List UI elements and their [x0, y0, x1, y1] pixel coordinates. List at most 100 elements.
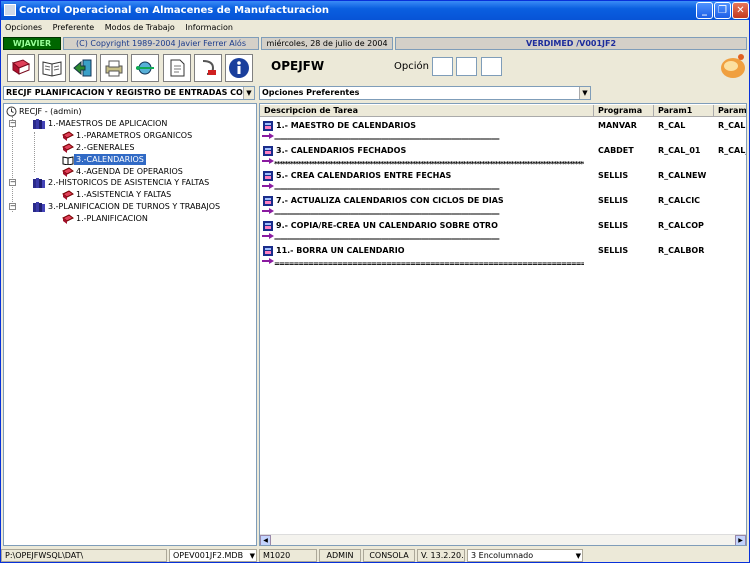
task-description: 9.- COPIA/RE-CREA UN CALENDARIO SOBRE OT…	[276, 221, 498, 230]
option-input-2[interactable]	[456, 57, 477, 76]
tools-button[interactable]	[194, 54, 222, 82]
toolbar	[3, 52, 747, 82]
books-icon	[33, 119, 45, 129]
close-button[interactable]: ✕	[732, 2, 749, 19]
print-button[interactable]	[100, 54, 128, 82]
task-separator: ========================================…	[274, 260, 584, 268]
column-header-param1[interactable]: Param1	[654, 105, 714, 117]
table-row[interactable]: 3.- CALENDARIOS FECHADOS CABDET R_CAL_01 R_…	[260, 143, 746, 168]
task-icon	[263, 146, 273, 156]
book-closed-icon	[62, 130, 74, 141]
table-row[interactable]: 1.- MAESTRO DE CALENDARIOS MANVAR R_CAL R_C…	[260, 118, 746, 143]
minimize-button[interactable]: _	[696, 2, 713, 19]
title-bar[interactable]: Control Operacional en Almacenes de Manu…	[1, 1, 749, 20]
menu-modos-de-trabajo[interactable]: Modos de Trabajo	[101, 20, 179, 35]
table-row[interactable]: 5.- CREA CALENDARIOS ENTRE FECHAS SELLIS R…	[260, 168, 746, 193]
status-user: ADMIN	[319, 549, 361, 562]
task-icon	[263, 246, 273, 256]
chevron-down-icon[interactable]: ▼	[243, 87, 254, 99]
main-window: Control Operacional en Almacenes de Manu…	[0, 0, 750, 563]
book-closed-button[interactable]	[7, 54, 35, 82]
menu-preferente[interactable]: Preferente	[49, 20, 99, 35]
book-closed-icon	[62, 142, 74, 153]
exit-door-button[interactable]	[69, 54, 97, 82]
scroll-left-icon[interactable]: ◀	[260, 535, 271, 545]
tree-leaf-generales[interactable]: 2.-GENERALES	[62, 142, 136, 153]
table-row[interactable]: 11.- BORRA UN CALENDARIO SELLIS R_CALBOR ==…	[260, 243, 746, 268]
collapse-toggle[interactable]: −	[9, 179, 16, 186]
database-select-value: OPEV001JF2.MDB	[173, 551, 244, 560]
task-param2: R_CAL_	[718, 146, 747, 155]
module-select-value: RECJF PLANIFICACION Y REGISTRO DE ENTRAD…	[6, 88, 250, 97]
tree-node-historicos[interactable]: 2.-HISTORICOS DE ASISTENCIA Y FALTAS	[32, 177, 211, 188]
column-header-descripcion[interactable]: Descripcion de Tarea	[260, 105, 594, 117]
horizontal-scrollbar[interactable]: ◀ ▶	[260, 534, 746, 545]
maximize-button[interactable]: ❐	[714, 2, 731, 19]
module-tree: RECJF - (admin) − 1.-MAESTROS DE APLICAC…	[3, 103, 257, 546]
menu-informacion[interactable]: Informacion	[181, 20, 237, 35]
arrow-right-icon	[262, 258, 274, 264]
book-open-button[interactable]	[38, 54, 66, 82]
system-text: VERDIMED /V001JF2	[395, 37, 747, 50]
app-code-label: OPEJFW	[271, 59, 325, 73]
task-param1: R_CALCOP	[658, 221, 704, 230]
menu-opciones[interactable]: Opciones	[1, 20, 46, 35]
task-program: SELLIS	[598, 171, 629, 180]
database-select[interactable]: OPEV001JF2.MDB ▼	[169, 549, 257, 562]
table-row[interactable]: 9.- COPIA/RE-CREA UN CALENDARIO SOBRE OT…	[260, 218, 746, 243]
layout-select[interactable]: 3 Encolumnado ▼	[467, 549, 583, 562]
task-program: CABDET	[598, 146, 634, 155]
view-select[interactable]: Opciones Preferentes ▼	[259, 86, 591, 100]
arrow-right-icon	[262, 133, 274, 139]
task-icon	[263, 221, 273, 231]
tree-leaf-planificacion[interactable]: 1.-PLANIFICACION	[62, 213, 150, 224]
printer-icon	[105, 60, 123, 77]
status-path: P:\OPEJFWSQL\DAT\	[1, 549, 167, 562]
option-label: Opción	[394, 61, 429, 72]
layout-select-value: 3 Encolumnado	[471, 551, 534, 560]
book-open-icon	[42, 61, 62, 77]
module-select[interactable]: RECJF PLANIFICACION Y REGISTRO DE ENTRAD…	[3, 86, 255, 100]
book-closed-icon	[62, 189, 74, 200]
arrow-right-icon	[262, 158, 274, 164]
task-description: 3.- CALENDARIOS FECHADOS	[276, 146, 407, 155]
tree-node-planificacion[interactable]: 3.-PLANIFICACION DE TURNOS Y TRABAJOS	[32, 201, 222, 212]
tree-node-maestros[interactable]: 1.-MAESTROS DE APLICACION	[32, 118, 169, 129]
task-description: 11.- BORRA UN CALENDARIO	[276, 246, 405, 255]
task-list: Descripcion de Tarea Programa Param1 Par…	[259, 103, 747, 546]
scroll-right-icon[interactable]: ▶	[735, 535, 746, 545]
copyright-text: (C) Copyright 1989-2004 Javier Ferrer Al…	[63, 37, 259, 50]
table-row[interactable]: 7.- ACTUALIZA CALENDARIOS CON CICLOS DE …	[260, 193, 746, 218]
option-input-3[interactable]	[481, 57, 502, 76]
task-description: 1.- MAESTRO DE CALENDARIOS	[276, 121, 417, 130]
tree-leaf-calendarios[interactable]: 3.-CALENDARIOS	[62, 154, 146, 165]
chevron-down-icon[interactable]: ▼	[250, 550, 255, 561]
info-bar: WJAVIER (C) Copyright 1989-2004 Javier F…	[3, 37, 747, 50]
status-bar: P:\OPEJFWSQL\DAT\ OPEV001JF2.MDB ▼ M1020 …	[1, 548, 749, 563]
tree-leaf-agenda[interactable]: 4.-AGENDA DE OPERARIOS	[62, 166, 185, 177]
collapse-toggle[interactable]: −	[9, 120, 16, 127]
info-button[interactable]	[225, 54, 253, 82]
arrow-right-icon	[262, 233, 274, 239]
task-param1: R_CAL_01	[658, 146, 701, 155]
books-icon	[33, 178, 45, 188]
chevron-down-icon[interactable]: ▼	[576, 550, 581, 561]
task-description: 7.- ACTUALIZA CALENDARIOS CON CICLOS DE …	[276, 196, 504, 205]
column-header-programa[interactable]: Programa	[594, 105, 654, 117]
task-param1: R_CALNEW	[658, 171, 707, 180]
tree-leaf-parametros[interactable]: 1.-PARAMETROS ORGANICOS	[62, 130, 194, 141]
network-button[interactable]	[131, 54, 159, 82]
collapse-toggle[interactable]: −	[9, 203, 16, 210]
option-input-1[interactable]	[432, 57, 453, 76]
tree-root[interactable]: RECJF - (admin)	[6, 106, 83, 117]
tree-leaf-asistencia[interactable]: 1.-ASISTENCIA Y FALTAS	[62, 189, 173, 200]
task-separator: ----------------------------------------…	[274, 185, 500, 193]
task-separator: ----------------------------------------…	[274, 135, 500, 143]
app-icon	[4, 4, 16, 16]
chevron-down-icon[interactable]: ▼	[579, 87, 590, 99]
task-icon	[263, 171, 273, 181]
menu-bar: Opciones Preferente Modos de Trabajo Inf…	[1, 20, 749, 35]
task-separator: ****************************************…	[274, 160, 584, 168]
document-button[interactable]	[163, 54, 191, 82]
column-header-param2[interactable]: Param2	[714, 105, 746, 117]
